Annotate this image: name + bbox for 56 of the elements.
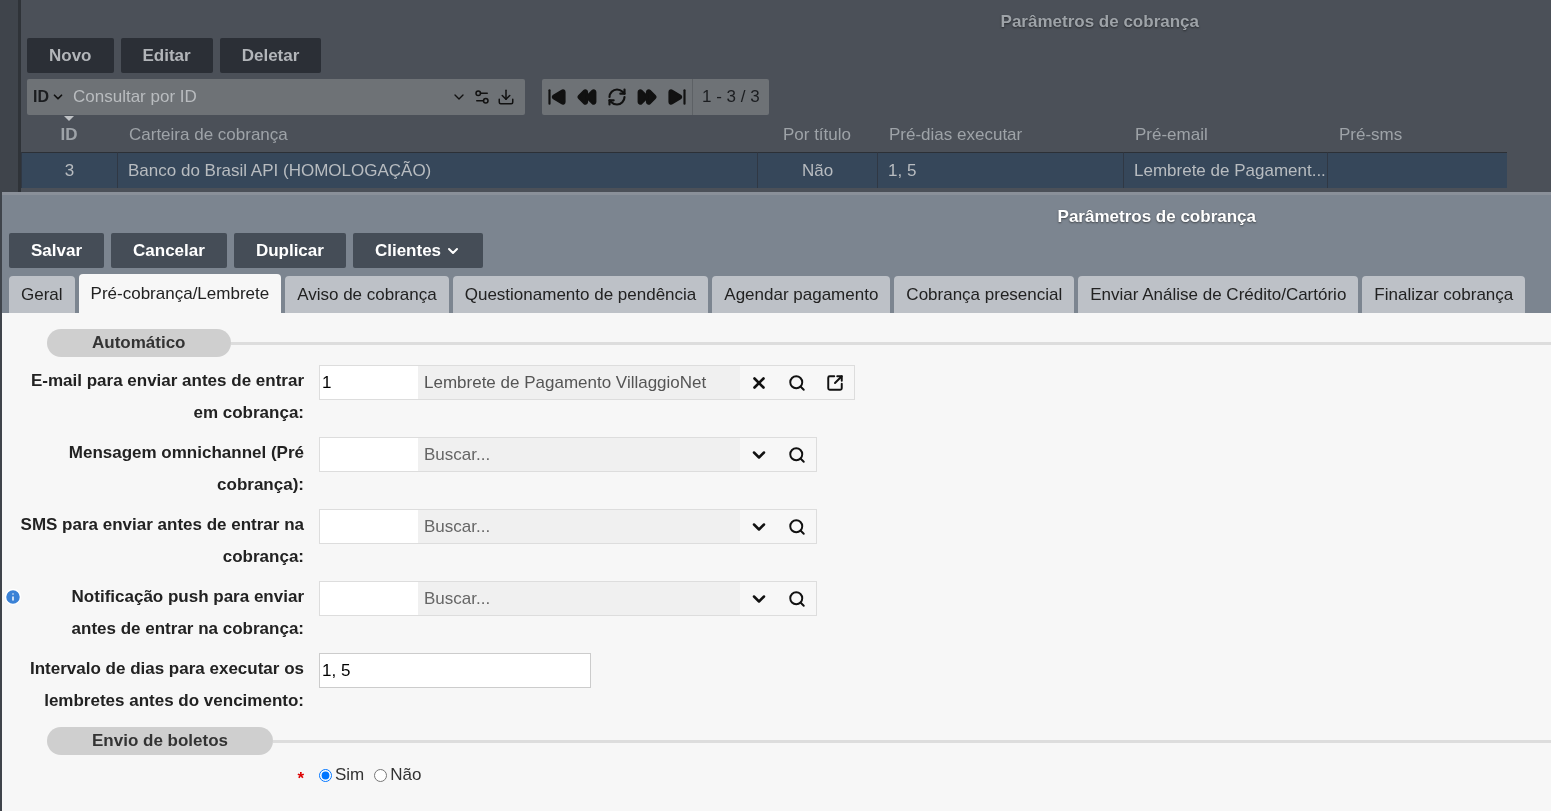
panel-title: Parâmetros de cobrança	[1000, 11, 1199, 33]
field-label: E-mail para enviar antes de entrar em cobrança:	[29, 370, 304, 424]
table-cell: Lembrete de Pagament...	[1123, 152, 1327, 188]
table-cell: 1, 5	[877, 152, 1123, 188]
tab[interactable]: Aviso de cobrança	[285, 276, 449, 313]
tab[interactable]: Cobrança presencial	[894, 276, 1075, 313]
input-field[interactable]: 1, 5	[319, 653, 591, 688]
search-icon[interactable]	[788, 445, 806, 464]
radio-label[interactable]: Sim	[335, 765, 365, 785]
radio-button[interactable]	[319, 768, 332, 782]
code-input[interactable]	[320, 582, 418, 615]
lookup-field[interactable]: Buscar...	[319, 437, 817, 472]
search-icon[interactable]	[788, 373, 806, 392]
lookup-field[interactable]: Buscar...	[319, 581, 817, 616]
code-input[interactable]: 1	[320, 366, 418, 399]
field-label: Mensagem omnichannel (Pré cobrança):	[67, 442, 304, 496]
lookup-field[interactable]: 1 Lembrete de Pagamento VillaggioNet	[319, 365, 855, 400]
description-input[interactable]: Buscar...	[418, 438, 740, 471]
toolbar-button[interactable]: Cancelar	[111, 233, 227, 268]
section-header: Envio de boletos	[47, 727, 274, 755]
tab[interactable]: Enviar Análise de Crédito/Cartório	[1078, 276, 1359, 313]
required-mark: *	[297, 768, 304, 790]
field-label: SMS para enviar antes de entrar na cobrança:	[19, 514, 304, 568]
tab[interactable]: Pré-cobrança/Lembrete	[78, 274, 282, 313]
description-input[interactable]: Lembrete de Pagamento VillaggioNet	[418, 366, 740, 399]
code-input[interactable]	[320, 438, 418, 471]
tab[interactable]: Geral	[9, 276, 75, 313]
search-icon[interactable]	[788, 589, 806, 608]
radio-label[interactable]: Não	[390, 765, 422, 785]
tab[interactable]: Agendar pagamento	[712, 276, 891, 313]
field-label: Notificação push para enviar antes de entrar na cobrança:	[70, 586, 304, 640]
toolbar-button[interactable]: Clientes	[352, 233, 484, 268]
table-cell: 3	[21, 152, 117, 188]
radio-button[interactable]	[374, 768, 388, 782]
download-icon[interactable]	[497, 88, 515, 106]
section-header: Automático	[47, 329, 231, 357]
panel-title: Parâmetros de cobrança	[1057, 206, 1256, 228]
toolbar-button[interactable]: Deletar	[219, 38, 322, 73]
toolbar-button[interactable]: Duplicar	[233, 233, 346, 268]
description-input[interactable]: Buscar...	[418, 582, 740, 615]
toolbar-button[interactable]: Editar	[120, 38, 213, 73]
tab[interactable]: Questionamento de pendência	[452, 276, 709, 313]
toolbar-button[interactable]: Salvar	[9, 233, 105, 268]
settings-icon[interactable]	[473, 88, 491, 106]
table-cell: Não	[757, 152, 877, 188]
lookup-field[interactable]: Buscar...	[319, 509, 817, 544]
info-icon[interactable]	[4, 588, 22, 606]
field-label: Intervalo de dias para executar os lembretes antes do vencimento:	[29, 658, 304, 712]
code-input[interactable]	[320, 510, 418, 543]
page-range: 1 - 3 / 3	[692, 79, 769, 115]
search-icon[interactable]	[788, 517, 806, 536]
external-link-icon[interactable]	[826, 373, 844, 392]
tab[interactable]: Finalizar cobrança	[1362, 276, 1526, 313]
description-input[interactable]: Buscar...	[418, 510, 740, 543]
table-cell: Banco do Brasil API (HOMOLOGAÇÃO)	[117, 152, 757, 188]
toolbar-button[interactable]: Novo	[27, 38, 114, 73]
